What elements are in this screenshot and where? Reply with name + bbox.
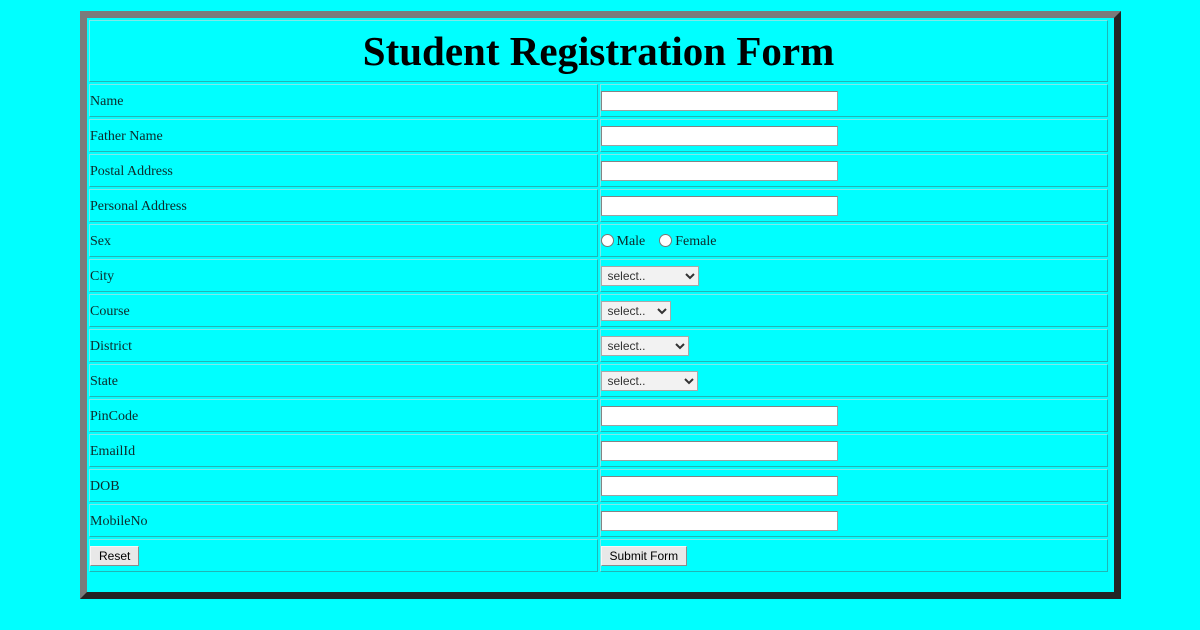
field-cell-pincode [599, 399, 1108, 432]
course-select[interactable]: select.. [600, 300, 671, 321]
field-label-postal-address: Postal Address [90, 163, 173, 179]
table-row: Personal Address [89, 189, 1108, 222]
student-registration-table: Student Registration Form Name Father Na… [87, 18, 1110, 574]
label-cell-name: Name [89, 84, 598, 117]
table-row: Name [89, 84, 1108, 117]
table-row: DOB [89, 469, 1108, 502]
sex-radio-female[interactable] [659, 233, 673, 247]
field-cell-name [599, 84, 1108, 117]
dob-input[interactable] [600, 475, 838, 496]
label-cell-pincode: PinCode [89, 399, 598, 432]
field-cell-district: select.. [599, 329, 1108, 362]
field-cell-mobileno [599, 504, 1108, 537]
label-cell-state: State [89, 364, 598, 397]
label-cell-course: Course [89, 294, 598, 327]
field-cell-city: select.. [599, 259, 1108, 292]
field-label-pincode: PinCode [90, 408, 139, 424]
field-cell-sex: Male Female [599, 224, 1108, 257]
table-row: MobileNo [89, 504, 1108, 537]
table-row: State select.. [89, 364, 1108, 397]
reset-button[interactable]: Reset [90, 545, 140, 566]
table-row: District select.. [89, 329, 1108, 362]
field-cell-father-name [599, 119, 1108, 152]
label-cell-father-name: Father Name [89, 119, 598, 152]
form-outer-frame: Student Registration Form Name Father Na… [80, 11, 1121, 599]
table-row-actions: Reset Submit Form [89, 539, 1108, 572]
sex-radio-male[interactable] [600, 233, 614, 247]
label-cell-postal-address: Postal Address [89, 154, 598, 187]
field-label-sex: Sex [90, 233, 111, 249]
sex-radio-group: Male Female [600, 233, 731, 249]
table-row: EmailId [89, 434, 1108, 467]
field-label-city: City [90, 268, 115, 284]
reset-button-cell: Reset [89, 539, 598, 572]
city-select[interactable]: select.. [600, 265, 699, 286]
field-cell-emailid [599, 434, 1108, 467]
field-label-mobileno: MobileNo [90, 513, 148, 529]
field-label-father-name: Father Name [90, 128, 163, 144]
field-label-emailid: EmailId [90, 443, 136, 459]
table-row: Sex Male Female [89, 224, 1108, 257]
form-header-cell: Student Registration Form [89, 20, 1108, 82]
pincode-input[interactable] [600, 405, 838, 426]
table-row: PinCode [89, 399, 1108, 432]
field-cell-course: select.. [599, 294, 1108, 327]
submit-button-cell: Submit Form [599, 539, 1108, 572]
label-cell-sex: Sex [89, 224, 598, 257]
table-row: Father Name [89, 119, 1108, 152]
field-label-district: District [90, 338, 132, 354]
field-cell-personal-address [599, 189, 1108, 222]
field-cell-postal-address [599, 154, 1108, 187]
personal-address-input[interactable] [600, 195, 838, 216]
table-row: Postal Address [89, 154, 1108, 187]
label-cell-dob: DOB [89, 469, 598, 502]
label-cell-mobileno: MobileNo [89, 504, 598, 537]
submit-form-button[interactable]: Submit Form [600, 545, 688, 566]
table-row: City select.. [89, 259, 1108, 292]
field-label-personal-address: Personal Address [90, 198, 187, 214]
field-label-state: State [90, 373, 118, 389]
father-name-input[interactable] [600, 125, 838, 146]
postal-address-input[interactable] [600, 160, 838, 181]
sex-radio-female-label: Female [675, 233, 717, 249]
emailid-input[interactable] [600, 440, 838, 461]
field-label-course: Course [90, 303, 130, 319]
field-label-dob: DOB [90, 478, 120, 494]
mobileno-input[interactable] [600, 510, 838, 531]
label-cell-city: City [89, 259, 598, 292]
sex-radio-male-label: Male [616, 233, 646, 249]
name-input[interactable] [600, 90, 838, 111]
state-select[interactable]: select.. [600, 370, 698, 391]
label-cell-district: District [89, 329, 598, 362]
field-cell-state: select.. [599, 364, 1108, 397]
field-cell-dob [599, 469, 1108, 502]
district-select[interactable]: select.. [600, 335, 689, 356]
label-cell-emailid: EmailId [89, 434, 598, 467]
table-row: Course select.. [89, 294, 1108, 327]
page-title: Student Registration Form [362, 28, 835, 74]
table-row-header: Student Registration Form [89, 20, 1108, 82]
label-cell-personal-address: Personal Address [89, 189, 598, 222]
field-label-name: Name [90, 93, 124, 109]
